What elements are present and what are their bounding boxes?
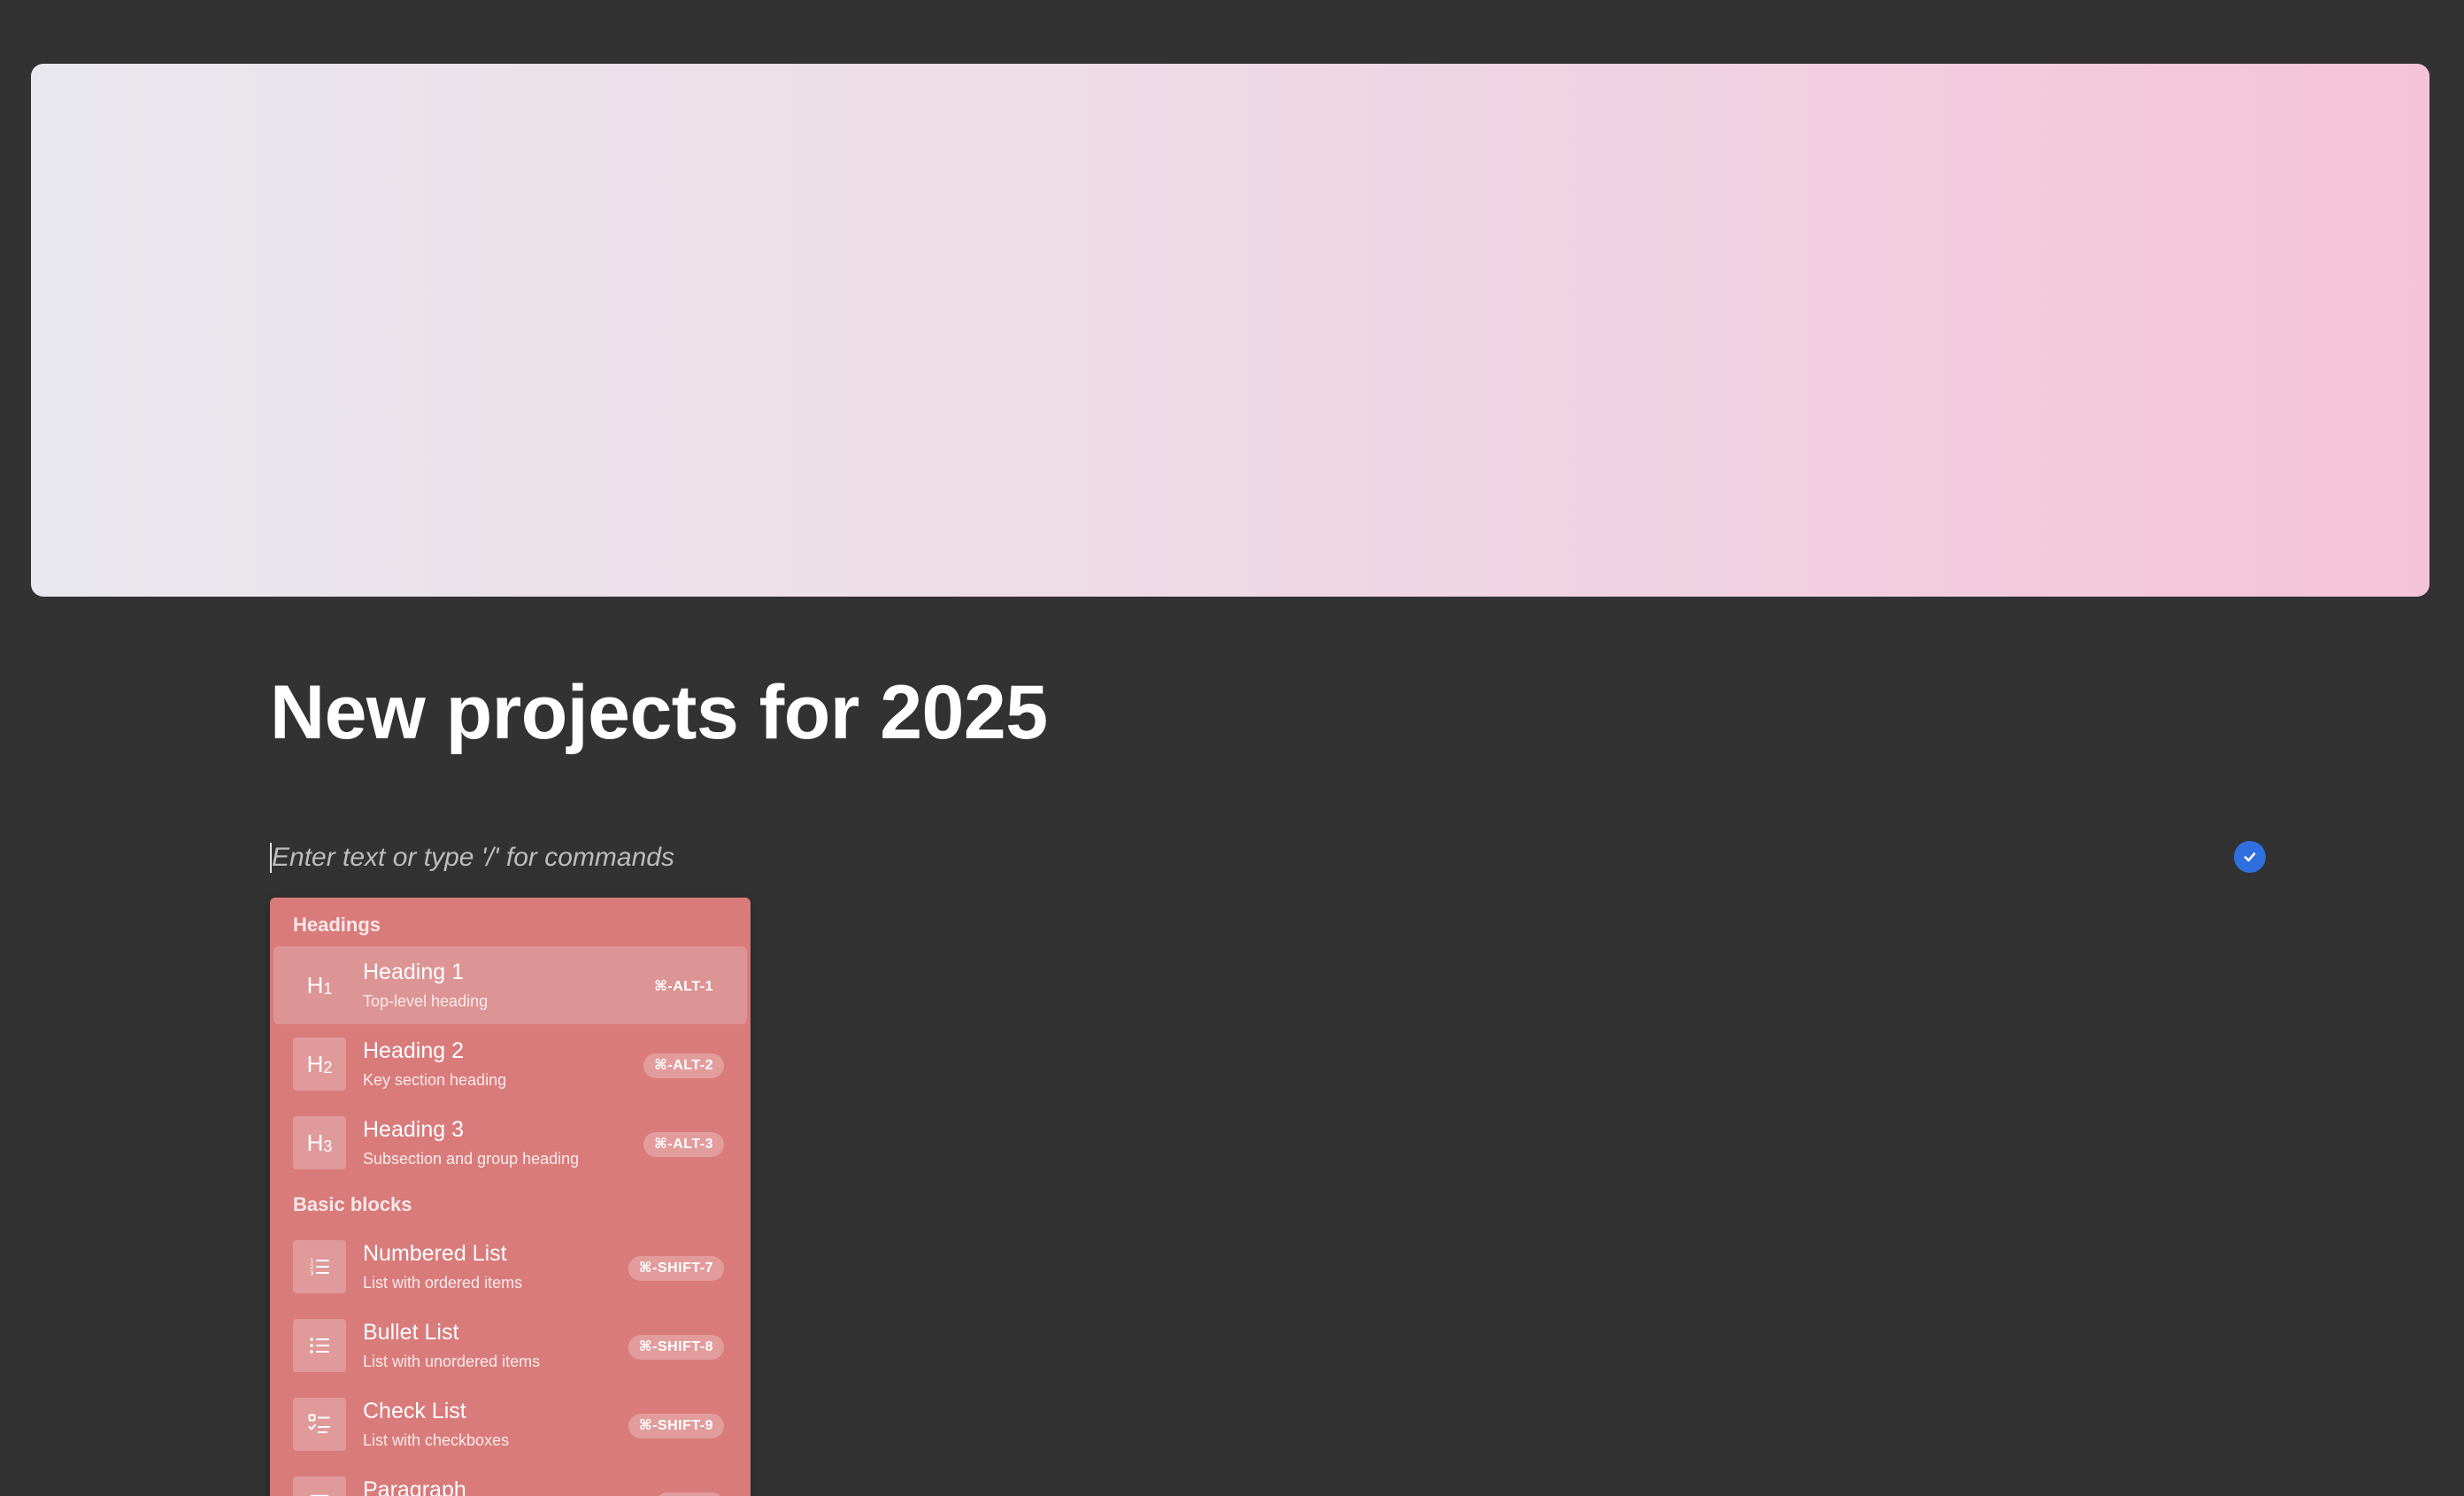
menu-item-title: Bullet List: [363, 1320, 459, 1345]
bullet-list-icon: [293, 1319, 346, 1372]
menu-item-title: Check List: [363, 1399, 466, 1423]
svg-text:3: 3: [310, 1270, 313, 1277]
menu-item-description: List with checkboxes: [363, 1431, 510, 1449]
menu-item-heading-2[interactable]: H2 Heading 2 Key section heading ⌘-ALT-2: [273, 1025, 747, 1103]
shortcut-badge: ⌘-ALT-2: [643, 1053, 724, 1078]
editor-placeholder[interactable]: Enter text or type '/' for commands: [272, 841, 674, 875]
check-list-icon: [293, 1398, 346, 1451]
page-title[interactable]: New projects for 2025: [270, 675, 1048, 751]
shortcut-badge: ⌘-SHIFT-7: [628, 1256, 724, 1281]
slash-command-menu: Headings H1 Heading 1 Top-level heading …: [270, 898, 751, 1496]
paragraph-icon: [293, 1477, 346, 1496]
heading-1-icon: H1: [306, 971, 333, 999]
menu-item-numbered-list[interactable]: 1 2 3 Numbered List List with ordered it…: [273, 1228, 747, 1306]
heading-2-icon: H2: [293, 1037, 346, 1091]
numbered-list-icon: 1 2 3: [293, 1240, 346, 1293]
editor-block[interactable]: Enter text or type '/' for commands: [270, 841, 2279, 876]
editor-page: New projects for 2025 Enter text or type…: [0, 0, 2464, 1496]
shortcut-badge: ⌘-ALT-1: [654, 979, 713, 994]
cover-image[interactable]: [31, 64, 2429, 597]
menu-item-description: List with ordered items: [363, 1274, 523, 1292]
menu-item-check-list[interactable]: Check List List with checkboxes ⌘-SHIFT-…: [273, 1385, 747, 1463]
shortcut-badge: [655, 1492, 724, 1496]
check-icon[interactable]: [2234, 841, 2266, 873]
menu-item-bullet-list[interactable]: Bullet List List with unordered items ⌘-…: [273, 1307, 747, 1384]
menu-item-heading-1[interactable]: H1 Heading 1 Top-level heading ⌘-ALT-1: [273, 946, 747, 1024]
menu-item-description: Subsection and group heading: [363, 1150, 580, 1168]
menu-item-title: Heading 2: [363, 1038, 464, 1063]
menu-item-paragraph[interactable]: Paragraph: [273, 1464, 747, 1496]
heading-3-icon: H3: [293, 1116, 346, 1169]
menu-item-description: List with unordered items: [363, 1353, 541, 1370]
menu-item-title: Paragraph: [363, 1477, 466, 1496]
menu-group-label: Headings: [293, 914, 381, 936]
menu-item-title: Heading 3: [363, 1117, 464, 1142]
menu-item-description: Key section heading: [363, 1071, 507, 1089]
menu-item-title: Heading 1: [363, 960, 464, 984]
menu-item-description: Top-level heading: [363, 992, 489, 1010]
shortcut-badge: ⌘-ALT-3: [643, 1132, 724, 1157]
menu-item-heading-3[interactable]: H3 Heading 3 Subsection and group headin…: [273, 1104, 747, 1182]
menu-item-title: Numbered List: [363, 1241, 507, 1266]
shortcut-badge: ⌘-SHIFT-9: [628, 1414, 724, 1438]
menu-group-label: Basic blocks: [293, 1193, 412, 1215]
shortcut-badge: ⌘-SHIFT-8: [628, 1335, 724, 1360]
